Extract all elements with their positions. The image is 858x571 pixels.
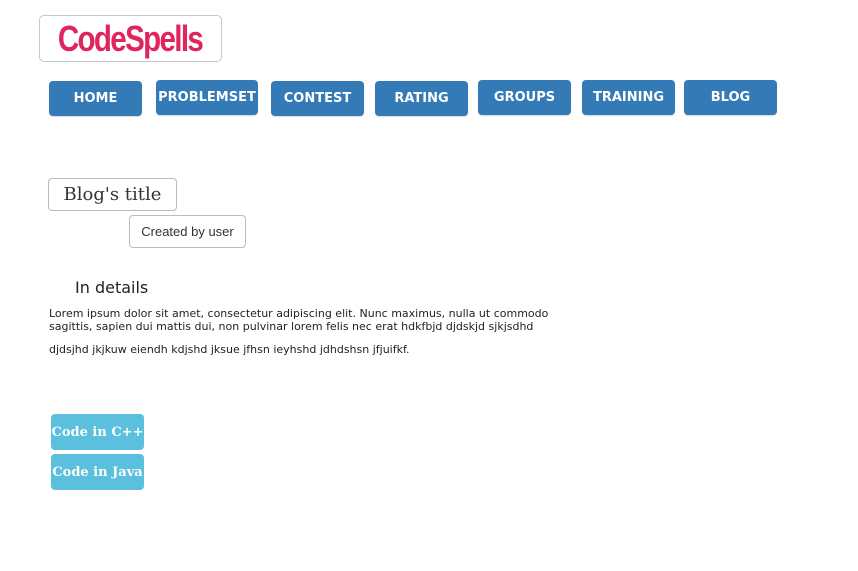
post-paragraph: djdsjhd jkjkuw eiendh kdjshd jksue jfhsn… bbox=[49, 343, 410, 356]
nav-problemset-button[interactable]: PROBLEMSET bbox=[156, 80, 258, 115]
logo-text: CodeSpells bbox=[58, 17, 204, 59]
code-java-button[interactable]: Code in Java bbox=[51, 454, 144, 490]
nav-blog-button[interactable]: BLOG bbox=[684, 80, 777, 115]
site-logo[interactable]: CodeSpells bbox=[39, 15, 222, 62]
nav-training-button[interactable]: TRAINING bbox=[582, 80, 675, 115]
post-body: Lorem ipsum dolor sit amet, consectetur … bbox=[49, 307, 549, 366]
nav-home-button[interactable]: HOME bbox=[49, 81, 142, 116]
code-cpp-button[interactable]: Code in C++ bbox=[51, 414, 144, 450]
nav-rating-button[interactable]: RATING bbox=[375, 81, 468, 116]
author-badge: Created by user bbox=[129, 215, 246, 248]
blog-title: Blog's title bbox=[48, 178, 177, 211]
post-paragraph: Lorem ipsum dolor sit amet, consectetur … bbox=[49, 307, 549, 333]
details-heading: In details bbox=[75, 278, 149, 297]
nav-contest-button[interactable]: CONTEST bbox=[271, 81, 364, 116]
nav-groups-button[interactable]: GROUPS bbox=[478, 80, 571, 115]
